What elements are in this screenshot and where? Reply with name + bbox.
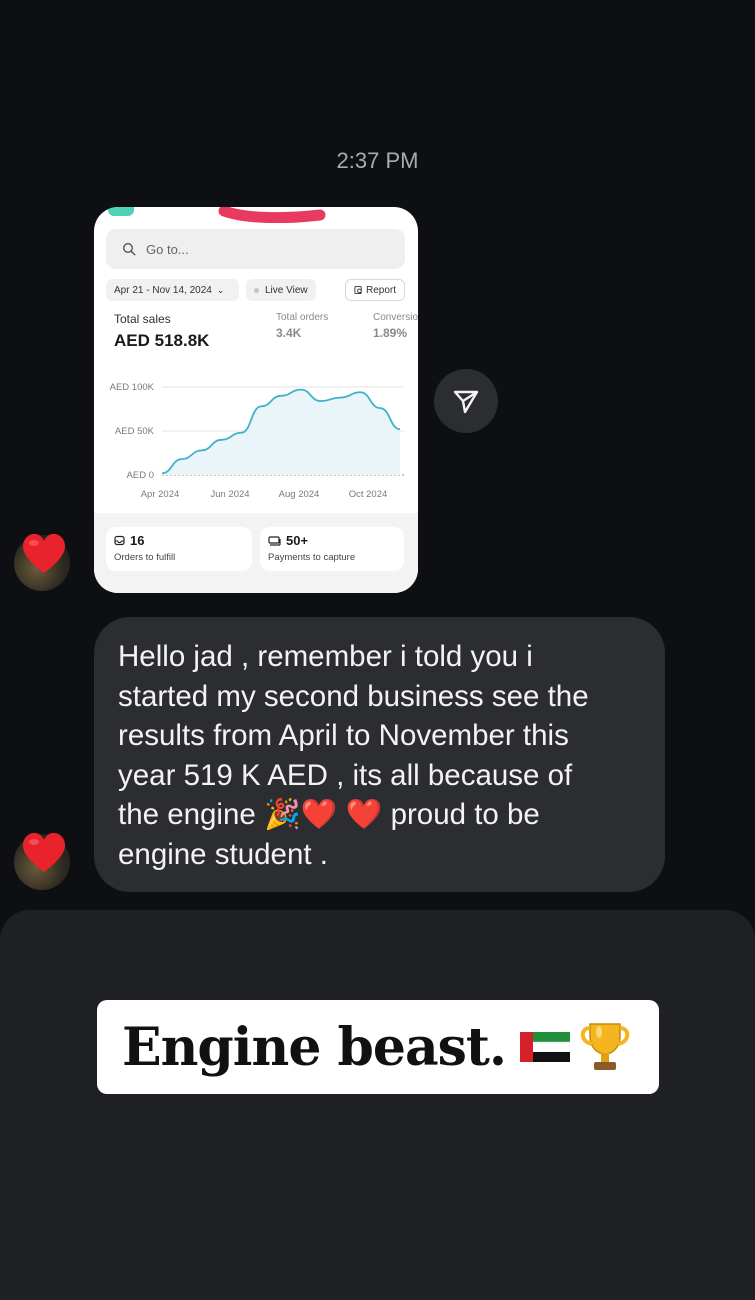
- heart-reaction-icon: [20, 531, 68, 582]
- message-line: the engine 🎉❤️ ❤️ proud to be: [118, 798, 540, 832]
- chart-area-fill: [162, 389, 400, 475]
- trophy-icon: [580, 1023, 630, 1070]
- orders-to-fulfill-card[interactable]: 16 Orders to fulfill: [106, 527, 252, 571]
- search-icon: [122, 242, 136, 256]
- sender-avatar-top[interactable]: [14, 533, 70, 591]
- inbox-icon: [114, 535, 125, 546]
- live-dot-icon: [254, 287, 259, 293]
- timestamp: 2:37 PM: [336, 148, 419, 173]
- sender-avatar-bottom[interactable]: [14, 832, 70, 890]
- orders-count: 16: [130, 533, 145, 548]
- caption-sticker[interactable]: Engine beast.: [97, 1000, 659, 1094]
- y-tick-label: AED 0: [127, 470, 154, 481]
- conversion-label: Conversio: [373, 312, 418, 323]
- y-tick-label: AED 50K: [115, 426, 155, 437]
- message-line: Hello jad , remember i told you i: [118, 640, 533, 673]
- y-tick-label: AED 100K: [110, 382, 155, 393]
- orders-label: Orders to fulfill: [114, 552, 176, 563]
- payments-label: Payments to capture: [268, 552, 356, 563]
- payments-to-capture-card[interactable]: 50+ Payments to capture: [260, 527, 404, 571]
- story-bottom-panel: [0, 910, 755, 1300]
- message-line: engine student .: [118, 837, 328, 871]
- sticker-emojis: [520, 1018, 634, 1076]
- message-bubble[interactable]: Hello jad , remember i told you i starte…: [94, 617, 665, 892]
- x-tick-label: Aug 2024: [279, 489, 320, 500]
- message-line: started my second business see the: [118, 679, 589, 713]
- cash-icon: [268, 536, 281, 546]
- x-tick-label: Jun 2024: [210, 489, 249, 500]
- live-view-button[interactable]: Live View: [246, 279, 316, 301]
- payments-count-row: 50+: [268, 533, 396, 548]
- search-bar[interactable]: Go to...: [106, 229, 405, 269]
- search-placeholder: Go to...: [146, 241, 189, 257]
- report-icon: [354, 285, 362, 295]
- heart-reaction-icon: [20, 830, 68, 881]
- red-scribble-mark: [218, 207, 326, 223]
- send-icon: [453, 390, 479, 414]
- payments-count: 50+: [286, 533, 309, 548]
- shared-screenshot-card[interactable]: Go to... Apr 21 - Nov 14, 2024 ⌄ Live Vi…: [94, 207, 418, 593]
- date-range-label: Apr 21 - Nov 14, 2024: [114, 284, 212, 296]
- x-tick-label: Oct 2024: [349, 489, 388, 500]
- date-range-button[interactable]: Apr 21 - Nov 14, 2024 ⌄: [106, 279, 239, 301]
- total-orders-value: 3.4K: [276, 326, 302, 340]
- total-sales-label: Total sales: [114, 312, 171, 326]
- message-line: results from April to November this: [118, 719, 569, 753]
- x-tick-label: Apr 2024: [141, 489, 180, 500]
- report-button[interactable]: Report: [345, 279, 405, 301]
- sticker-text: Engine beast.: [121, 1016, 507, 1078]
- sales-line-chart: AED 100K AED 50K AED 0 Apr 2024 Jun 2024 Aug …: [110, 382, 404, 500]
- chevron-down-icon: ⌄: [216, 284, 225, 295]
- total-sales-value: AED 518.8K: [114, 331, 210, 350]
- uae-flag-icon: [520, 1032, 571, 1062]
- live-view-label: Live View: [265, 284, 308, 296]
- teal-tab: [108, 207, 134, 216]
- total-orders-label: Total orders: [276, 312, 329, 323]
- orders-count-row: 16: [114, 533, 244, 548]
- share-button[interactable]: [434, 369, 498, 433]
- report-label: Report: [365, 284, 396, 296]
- conversion-value: 1.89%: [373, 326, 408, 340]
- message-line: year 519 K AED , its all because of: [118, 758, 573, 792]
